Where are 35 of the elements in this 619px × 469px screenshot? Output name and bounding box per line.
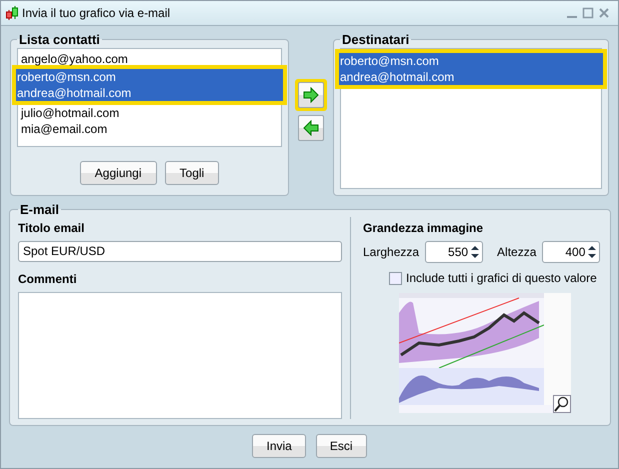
width-spinner[interactable]: 550: [425, 241, 484, 263]
field-label: Larghezza: [363, 245, 420, 259]
section-title: Grandezza immagine: [363, 221, 484, 235]
height-spinner[interactable]: 400: [542, 241, 600, 263]
group-title: Destinatari: [341, 32, 410, 47]
list-item[interactable]: roberto@msn.com: [12, 65, 287, 85]
action-button[interactable]: Aggiungi: [80, 161, 157, 185]
window-title: Invia il tuo grafico via e-mail: [22, 6, 170, 20]
remove-button[interactable]: [298, 115, 324, 141]
search-icon[interactable]: [553, 395, 571, 413]
checkbox[interactable]: [389, 272, 402, 284]
checkbox-label: Include tutti i grafici di questo valore: [406, 271, 597, 285]
close-icon[interactable]: [598, 7, 610, 19]
group-title: E-mail: [19, 202, 60, 217]
maximize-icon[interactable]: [582, 7, 594, 19]
list-item[interactable]: julio@hotmail.com: [18, 105, 281, 121]
field-label: Commenti: [18, 272, 78, 286]
list-item[interactable]: andrea@hotmail.com: [12, 85, 287, 105]
left-arrow-icon: [303, 120, 319, 136]
group-title: Lista contatti: [18, 32, 101, 47]
spin-arrows-icon: [587, 244, 598, 260]
action-button[interactable]: Togli: [164, 161, 220, 185]
right-arrow-icon: [303, 87, 319, 103]
subject-field[interactable]: Spot EUR/USD: [18, 241, 342, 262]
list-item[interactable]: angelo@yahoo.com: [18, 51, 281, 67]
field-label: Altezza: [497, 245, 536, 259]
dialog-button[interactable]: Esci: [316, 434, 367, 458]
comments-field[interactable]: [18, 292, 342, 419]
field-label: Titolo email: [18, 221, 86, 235]
candlestick-icon: [5, 5, 19, 21]
dialog-button[interactable]: Invia: [252, 434, 306, 458]
list-item[interactable]: andrea@hotmail.com: [335, 69, 607, 89]
spin-arrows-icon: [470, 244, 480, 260]
list-item[interactable]: roberto@msn.com: [335, 49, 607, 69]
list-item[interactable]: mia@email.com: [18, 121, 281, 137]
